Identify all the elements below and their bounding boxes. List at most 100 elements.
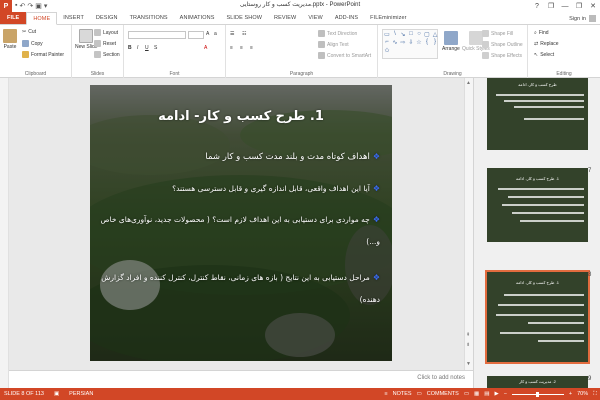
align-center-button[interactable]: ≡ — [240, 45, 243, 51]
minimize-button[interactable]: — — [558, 0, 572, 12]
star-shape-icon[interactable]: ✩ — [384, 47, 389, 54]
curve-shape-icon[interactable]: ∿ — [392, 39, 397, 46]
scroll-up-icon[interactable]: ▲ — [466, 80, 471, 86]
oval-shape-icon[interactable]: ○ — [417, 31, 421, 37]
slide-thumbnail-pane[interactable]: طرح کسب و کار- ادامه 1. طرح کسب و کار- ا… — [473, 78, 600, 388]
align-left-button[interactable]: ≡ — [230, 45, 233, 51]
undo-icon[interactable]: ↶ — [19, 2, 25, 10]
text-direction-button[interactable]: Text Direction — [318, 30, 357, 37]
shadow-button[interactable]: S — [154, 45, 157, 51]
tab-fileminimizer[interactable]: FILEminimizer — [364, 12, 412, 24]
tab-home[interactable]: HOME — [26, 12, 58, 25]
zoom-in-icon[interactable]: + — [569, 391, 572, 397]
normal-view-icon[interactable]: ▭ — [464, 391, 469, 397]
zoom-level[interactable]: 70% — [577, 391, 588, 397]
zoom-slider[interactable] — [511, 391, 564, 397]
bullet-item[interactable]: ❖اهداف کوتاه مدت و بلند مدت کسب و کار شم… — [100, 149, 380, 165]
comments-toggle[interactable]: COMMENTS — [427, 391, 459, 397]
slide-thumbnail[interactable]: طرح کسب و کار- ادامه — [487, 78, 588, 150]
close-button[interactable]: ✕ — [586, 0, 600, 12]
grow-font-button[interactable]: A — [206, 31, 209, 37]
arrow-line-shape-icon[interactable]: ↘ — [400, 31, 405, 38]
customize-qat-icon[interactable]: ▾ — [44, 2, 48, 10]
notes-pane[interactable]: Click to add notes — [9, 370, 473, 388]
elbow-shape-icon[interactable]: ⌐ — [385, 39, 389, 45]
brace-right-shape-icon[interactable]: } — [434, 39, 436, 45]
bullet-item[interactable]: ❖مراحل دستیابی به این نتایج ( بازه های ز… — [100, 267, 380, 311]
notes-toggle-icon[interactable]: ≡ — [384, 391, 387, 397]
tab-insert[interactable]: INSERT — [57, 12, 90, 24]
numbering-button[interactable]: ☷ — [242, 31, 246, 37]
tab-file[interactable]: FILE — [0, 12, 27, 24]
tab-add-ins[interactable]: ADD-INS — [329, 12, 364, 24]
font-color-button[interactable]: A — [204, 45, 207, 51]
brace-shape-icon[interactable]: { — [426, 39, 428, 45]
bullet-item[interactable]: ❖آیا این اهداف واقعی، قابل اندازه گیری و… — [100, 181, 380, 196]
ribbon-display-button[interactable]: ❐ — [544, 0, 558, 12]
align-right-button[interactable]: ≡ — [250, 45, 253, 51]
shapes-gallery[interactable]: ▭ \ ↘ □ ○ ▢ △ ⌐ ∿ ⇨ ⇩ ☆ { } ✩ — [382, 29, 438, 59]
rectangle-shape-icon[interactable]: □ — [409, 31, 413, 37]
tab-review[interactable]: REVIEW — [268, 12, 302, 24]
align-text-button[interactable]: Align Text — [318, 41, 349, 48]
font-size-input[interactable] — [188, 31, 204, 39]
rectangle-shape-icon[interactable]: ▭ — [384, 31, 390, 38]
copy-button[interactable]: Copy — [22, 40, 43, 47]
format-painter-button[interactable]: Format Painter — [22, 51, 64, 58]
bullets-button[interactable]: ☰ — [230, 31, 234, 37]
shape-outline-button[interactable]: Shape Outline — [482, 41, 523, 48]
convert-smartart-button[interactable]: Convert to SmartArt — [318, 52, 371, 59]
slide-thumbnail[interactable]: 2. مدیریت کسب و کار — [487, 376, 588, 388]
tab-slide-show[interactable]: SLIDE SHOW — [221, 12, 269, 24]
canvas-vertical-scrollbar[interactable]: ▲ ⇞ ⇟ ▼ — [464, 78, 473, 370]
sign-in[interactable]: Sign in — [569, 15, 596, 22]
slideshow-view-icon[interactable]: ▶ — [494, 391, 498, 397]
scroll-down-icon[interactable]: ▼ — [466, 361, 471, 367]
tab-transitions[interactable]: TRANSITIONS — [124, 12, 174, 24]
down-arrow-shape-icon[interactable]: ⇩ — [408, 39, 413, 46]
zoom-out-icon[interactable]: − — [504, 391, 507, 397]
slide-sorter-icon[interactable]: ▦ — [474, 391, 479, 397]
redo-icon[interactable]: ↷ — [27, 2, 33, 10]
replace-button[interactable]: ⇄ Replace — [534, 41, 559, 47]
underline-button[interactable]: U — [145, 45, 149, 51]
right-arrow-shape-icon[interactable]: ⇨ — [400, 39, 405, 46]
font-name-input[interactable] — [128, 31, 186, 39]
start-slideshow-icon[interactable]: ▣ — [35, 2, 42, 10]
proofing-icon[interactable]: ▣ — [54, 391, 59, 397]
bullet-item[interactable]: ❖چه مواردی برای دستیابی به این اهداف لاز… — [100, 209, 380, 253]
section-button[interactable]: Section — [94, 51, 120, 58]
help-button[interactable]: ? — [530, 0, 544, 12]
select-button[interactable]: ↖ Select — [534, 52, 554, 58]
tab-design[interactable]: DESIGN — [90, 12, 124, 24]
star-shape-icon[interactable]: ☆ — [416, 39, 421, 46]
line-shape-icon[interactable]: \ — [394, 31, 396, 37]
next-slide-icon[interactable]: ⇟ — [466, 342, 470, 348]
slide-editing-canvas[interactable]: 1. طرح کسب و کار- ادامه ❖اهداف کوتاه مدت… — [9, 78, 473, 370]
rounded-rect-shape-icon[interactable]: ▢ — [424, 31, 430, 38]
bold-button[interactable]: B — [128, 45, 132, 51]
shape-effects-button[interactable]: Shape Effects — [482, 52, 522, 59]
paste-button[interactable]: Paste — [3, 29, 17, 50]
slide-title[interactable]: 1. طرح کسب و کار- ادامه — [90, 109, 392, 124]
tab-animations[interactable]: ANIMATIONS — [174, 12, 221, 24]
current-slide[interactable]: 1. طرح کسب و کار- ادامه ❖اهداف کوتاه مدت… — [90, 85, 392, 361]
shape-fill-button[interactable]: Shape Fill — [482, 30, 513, 37]
tab-view[interactable]: VIEW — [302, 12, 328, 24]
triangle-shape-icon[interactable]: △ — [433, 31, 438, 38]
reset-button[interactable]: Reset — [94, 40, 116, 47]
previous-slide-icon[interactable]: ⇞ — [466, 332, 470, 338]
cut-button[interactable]: ✂ Cut — [22, 29, 36, 35]
shrink-font-button[interactable]: a — [214, 31, 217, 37]
fit-slide-icon[interactable]: ⛶ — [593, 391, 597, 398]
notes-toggle[interactable]: NOTES — [393, 391, 412, 397]
italic-button[interactable]: I — [137, 45, 138, 51]
zoom-slider-handle[interactable] — [536, 391, 540, 397]
maximize-button[interactable]: ❐ — [572, 0, 586, 12]
language-indicator[interactable]: PERSIAN — [69, 391, 93, 397]
slide-thumbnail-selected[interactable]: 1. طرح کسب و کار- ادامه — [485, 270, 590, 364]
arrange-button[interactable]: Arrange — [442, 31, 460, 52]
save-icon[interactable]: ▪ — [15, 2, 17, 10]
reading-view-icon[interactable]: ▤ — [484, 391, 489, 397]
slide-thumbnail[interactable]: 1. طرح کسب و کار- ادامه — [487, 168, 588, 242]
